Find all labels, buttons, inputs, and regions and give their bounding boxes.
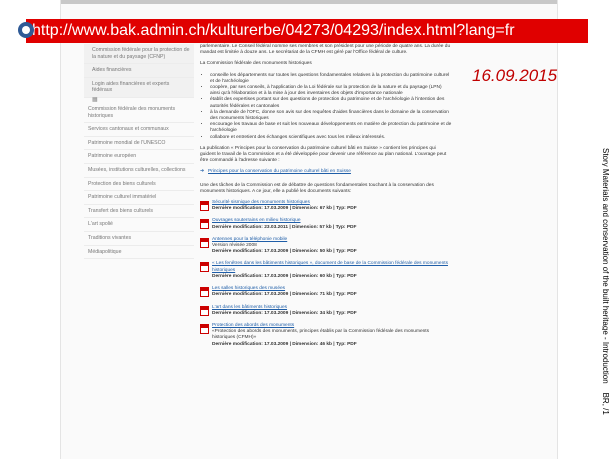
document-item: Ouvrages souterrains en milieu historiqu…: [200, 218, 452, 230]
document-item: Sécurité sismique des monuments historiq…: [200, 200, 452, 212]
document-item: Les salles historiques des musées Derniè…: [200, 286, 452, 298]
principles-link-row[interactable]: ➜ Principes pour la conservation du patr…: [200, 169, 452, 175]
sidebar-item-cfnp[interactable]: Commission fédérale pour la protection d…: [84, 44, 194, 65]
pdf-icon: [200, 323, 209, 334]
document-meta: Dernière modification: 17.03.2009 | Dime…: [212, 249, 357, 255]
bullet-list: conseille les départements sur toutes le…: [200, 73, 452, 141]
sidebar-item-art-spoliated[interactable]: L'art spolié: [84, 218, 194, 232]
sidebar-item-traditions[interactable]: Traditions vivantes: [84, 232, 194, 246]
pdf-icon: [200, 287, 209, 298]
left-navigation: Commission fédérale pour la protection d…: [84, 44, 194, 260]
intro-text: parlementaire. Le Conseil fédéral nomme …: [200, 44, 451, 56]
document-link[interactable]: « Les fenêtres dans les bâtiments histor…: [212, 261, 452, 273]
document-meta: Dernière modification: 17.03.2009 | Dime…: [212, 292, 357, 298]
pdf-icon: [200, 219, 209, 230]
pdf-icon: [200, 262, 209, 273]
opinions-text: Une des tâches de la Commission est de d…: [200, 182, 434, 194]
arrow-icon: ➜: [200, 169, 205, 175]
top-bar: [61, 0, 557, 4]
document-item: L'art dans les bâtiments historiques Der…: [200, 305, 452, 317]
pdf-icon: [200, 237, 209, 248]
document-item: « Les fenêtres dans les bâtiments histor…: [200, 261, 452, 280]
principles-link[interactable]: Principes pour la conservation du patrim…: [208, 169, 351, 175]
main-content: parlementaire. Le Conseil fédéral nomme …: [200, 44, 452, 354]
sidebar-item-european-heritage[interactable]: Patrimoine européen: [84, 150, 194, 164]
document-item: Antennes pour la téléphonie mobile Versi…: [200, 237, 452, 256]
document-meta: Dernière modification: 17.03.2009 | Dime…: [212, 310, 357, 316]
list-item: encourage les travaux de base et suit le…: [210, 122, 452, 134]
sidebar-item-cfmh[interactable]: Commission fédérale des monuments histor…: [84, 103, 194, 124]
sidebar-item-login[interactable]: Login aides financières et experts fédér…: [84, 77, 194, 98]
url-label[interactable]: http://www.bak.admin.ch/kulturerbe/04273…: [26, 19, 588, 43]
sidebar-item-museums[interactable]: Musées, institutions culturelles, collec…: [84, 164, 194, 178]
sidebar-item-financial-aid[interactable]: Aides financières: [84, 64, 194, 78]
logo-icon: [18, 22, 34, 38]
sidebar-item-intangible[interactable]: Patrimoine culturel immatériel: [84, 191, 194, 205]
side-caption: Story Materials and conservation of the …: [602, 148, 610, 415]
sidebar-item-unesco[interactable]: Patrimoine mondial de l'UNESCO: [84, 137, 194, 151]
list-item: collabore et entretient des échanges sci…: [210, 135, 452, 141]
slide-date: 16.09.2015: [472, 66, 558, 85]
sidebar-item-transfer[interactable]: Transfert des biens culturels: [84, 205, 194, 219]
document-meta: Dernière modification: 17.03.2009 | Dime…: [212, 206, 357, 212]
document-item: Protection des abords des monuments «Pro…: [200, 323, 452, 348]
list-item: à la demande de l'OFC, donne son avis su…: [210, 110, 452, 122]
sidebar-item-protection[interactable]: Protection des biens culturels: [84, 178, 194, 192]
sidebar-item-cantonal-services[interactable]: Services cantonaux et communaux: [84, 123, 194, 137]
document-description: «Protection des abords des monuments, pr…: [212, 329, 430, 341]
sidebar-item-media[interactable]: Médiapolitique: [84, 246, 194, 260]
pdf-icon: [200, 201, 209, 212]
list-item: coopère, par ses conseils, à l'applicati…: [210, 85, 452, 97]
list-item: établit des expertises portant sur des q…: [210, 97, 452, 109]
document-meta: Dernière modification: 17.03.2009 | Dime…: [212, 341, 357, 347]
document-meta: Dernière modification: 17.03.2009 | Dime…: [212, 273, 357, 279]
pdf-icon: [200, 305, 209, 316]
list-item: conseille les départements sur toutes le…: [210, 73, 452, 85]
lead-text: La Commission fédérale des monuments his…: [200, 61, 312, 67]
document-meta: Dernière modification: 23.03.2011 | Dime…: [212, 224, 357, 230]
publication-text: La publication « Principes pour la conse…: [200, 145, 447, 164]
small-doc-icon: ▦: [92, 96, 98, 103]
